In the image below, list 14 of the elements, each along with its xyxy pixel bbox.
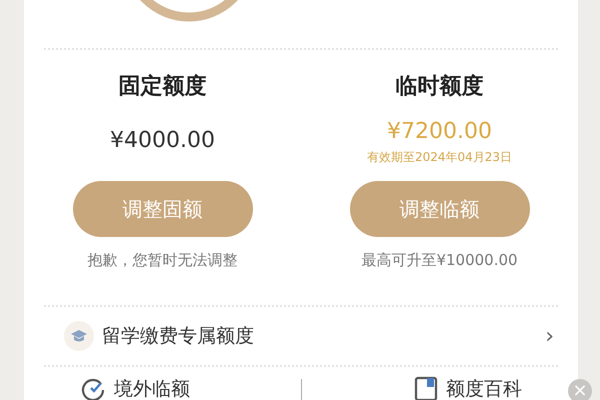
quota-title: 固定额度 — [118, 72, 206, 101]
note-text: 最高可升至¥10000.00 — [361, 250, 518, 271]
link-label[interactable]: 留学缴费专属额度 — [102, 322, 546, 350]
quota-amount: ¥4000.00 — [110, 126, 215, 154]
check-circle-icon — [80, 376, 106, 400]
book-icon — [414, 376, 438, 400]
graduation-cap-icon — [64, 321, 94, 351]
highlighted-amount: ¥7200.00 — [387, 118, 492, 146]
chevron-icon[interactable]: › — [545, 320, 554, 352]
shortcut-label[interactable]: 境外临额 — [114, 375, 190, 400]
note-text: 抱歉，您暂时无法调整 — [88, 250, 238, 271]
validity-text: 有效期至2024年04月23日 — [366, 148, 512, 166]
shortcut-label[interactable]: 额度百科 — [446, 375, 522, 400]
quota-title: 临时额度 — [396, 72, 484, 101]
